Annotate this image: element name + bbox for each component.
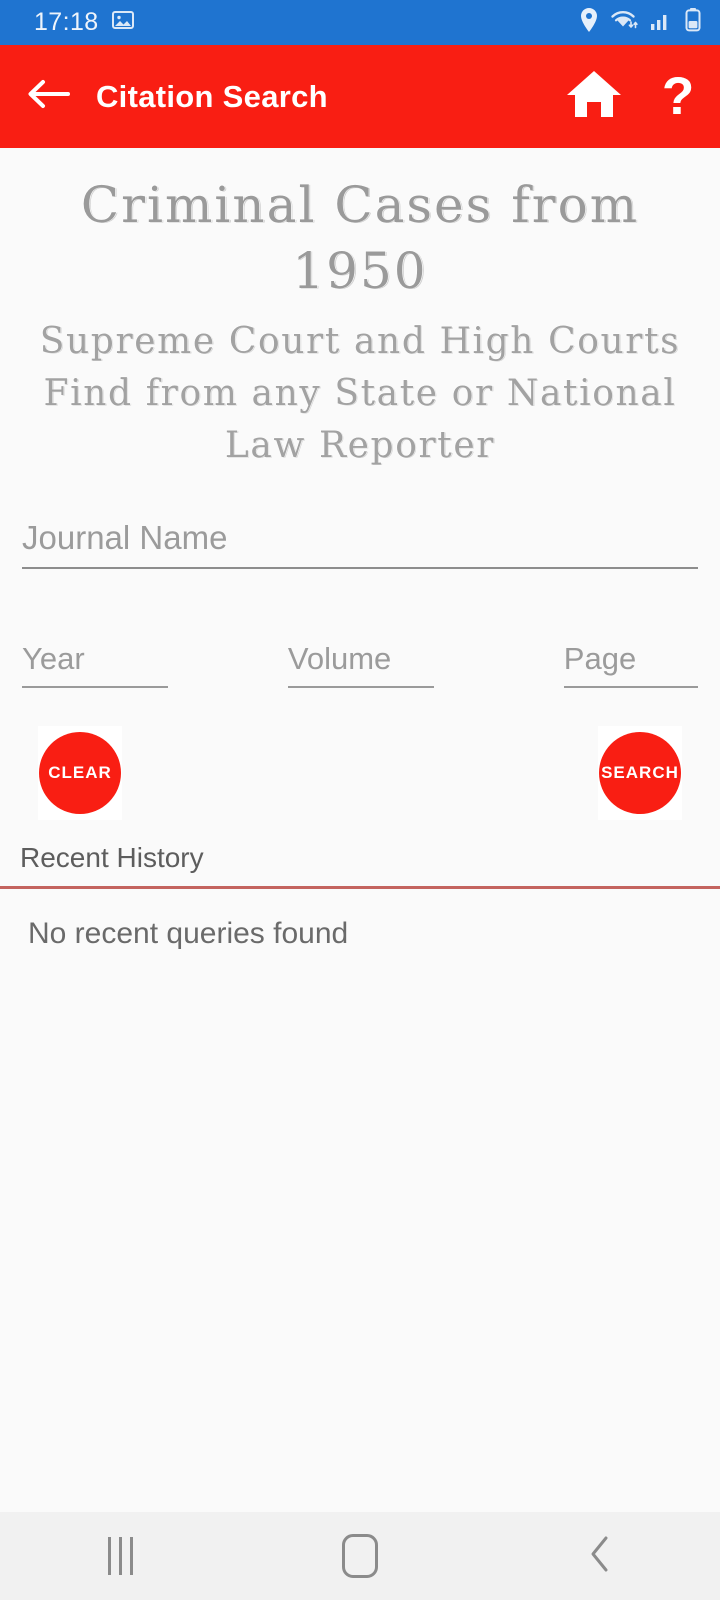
back-chevron-icon [586, 1534, 614, 1579]
location-icon [579, 7, 599, 38]
app-root: 17:18 Citation Search ? Criminal Cases f… [0, 0, 720, 1600]
year-placeholder: Year [22, 640, 85, 676]
headline-line-2: 1950 [292, 242, 428, 300]
clear-button[interactable]: CLEAR [38, 725, 122, 820]
home-square-icon [342, 1534, 378, 1578]
main-content: Criminal Cases from 1950 Supreme Court a… [0, 148, 720, 1600]
citation-search-form: Journal Name Year Volume Page CLEAR SEAR… [0, 519, 720, 826]
home-button[interactable] [552, 68, 636, 125]
back-arrow-icon [26, 77, 70, 116]
citation-triple-row: Year Volume Page [22, 641, 698, 688]
status-bar-left: 17:18 [34, 8, 135, 37]
search-button[interactable]: SEARCH [598, 725, 682, 820]
subheadline-line-3: Law Reporter [224, 425, 496, 467]
journal-name-placeholder: Journal Name [22, 518, 228, 556]
app-bar: Citation Search ? [0, 45, 720, 148]
nav-home-button[interactable] [240, 1534, 480, 1578]
wifi-icon [610, 8, 638, 37]
page-underline [563, 685, 698, 688]
recent-history-empty-message: No recent queries found [28, 916, 349, 950]
search-button-disc: SEARCH [599, 731, 681, 814]
status-bar-clock: 17:18 [34, 8, 99, 36]
year-underline [22, 685, 168, 688]
headline-line-1: Criminal Cases from [80, 176, 640, 234]
year-field[interactable]: Year [22, 641, 168, 688]
image-icon [111, 8, 135, 37]
subheadline-line-2: Find from any State or National [43, 373, 677, 415]
headline-block: Criminal Cases from 1950 Supreme Court a… [0, 148, 720, 473]
volume-underline [287, 685, 434, 688]
nav-back-button[interactable] [480, 1534, 720, 1579]
search-button-label: SEARCH [601, 762, 679, 782]
volume-placeholder: Volume [287, 640, 392, 676]
status-bar-right [579, 7, 702, 38]
journal-name-underline [22, 566, 698, 569]
help-button[interactable]: ? [636, 70, 720, 123]
cellular-signal-icon [649, 8, 673, 37]
journal-name-field[interactable]: Journal Name [22, 519, 698, 569]
subheadline-line-1: Supreme Court and High Courts [39, 321, 681, 362]
status-bar: 17:18 [0, 0, 720, 45]
clear-button-label: CLEAR [48, 762, 112, 782]
page-placeholder: Page [563, 640, 637, 676]
home-icon [565, 68, 623, 125]
question-mark-icon: ? [661, 67, 695, 126]
back-button[interactable] [0, 77, 96, 116]
volume-field[interactable]: Volume [287, 640, 434, 688]
page-title: Citation Search [96, 78, 328, 114]
recent-history-title: Recent History [20, 841, 204, 873]
recents-icon [107, 1537, 133, 1575]
action-button-row: CLEAR SEARCH [22, 725, 698, 826]
nav-recents-button[interactable] [0, 1537, 240, 1575]
page-field[interactable]: Page [563, 640, 698, 688]
clear-button-disc: CLEAR [39, 731, 121, 814]
system-navigation-bar [0, 1512, 720, 1600]
recent-history-section: Recent History No recent queries found [0, 826, 720, 951]
battery-icon [684, 7, 702, 38]
